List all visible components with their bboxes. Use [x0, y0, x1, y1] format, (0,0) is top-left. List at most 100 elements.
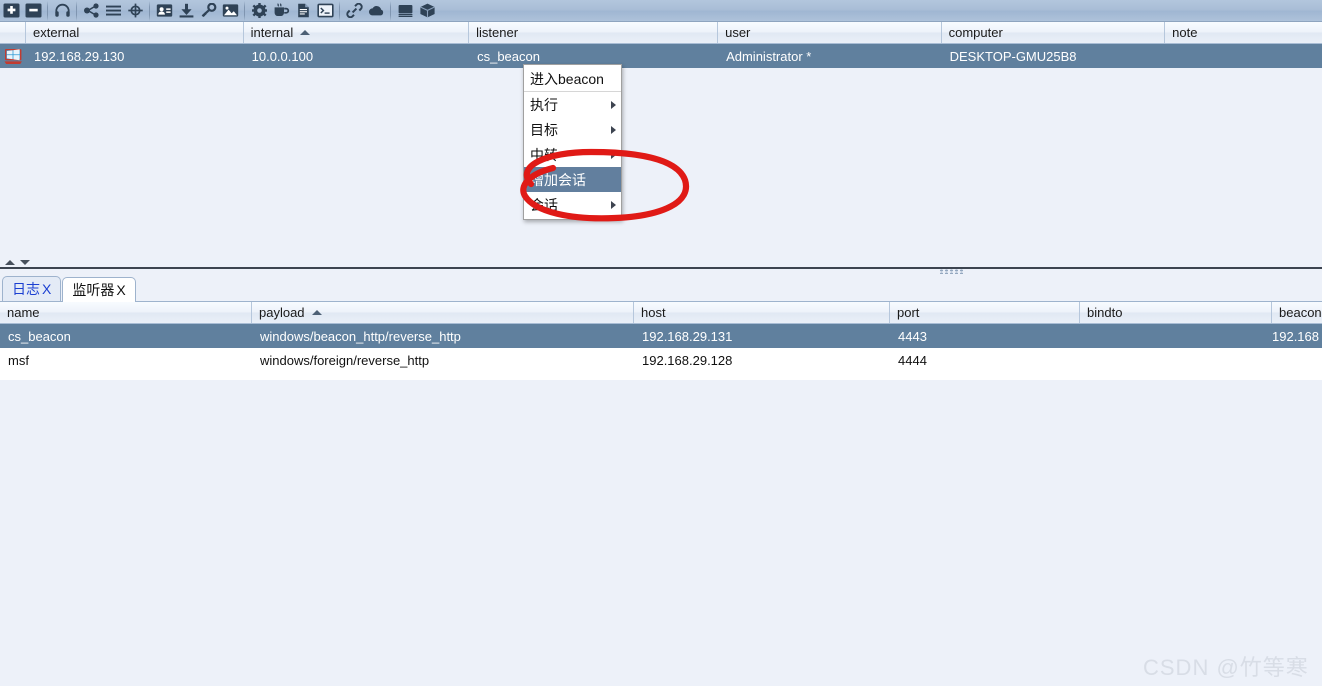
beacon-column-header-internal[interactable]: internal: [243, 22, 470, 43]
windows-host-compromised-icon: [0, 48, 26, 65]
cell-internal: 10.0.0.100: [251, 48, 314, 64]
table-row[interactable]: msf windows/foreign/reverse_http 192.168…: [0, 348, 1322, 372]
beacon-table-header: external internal listener user computer…: [0, 22, 1322, 44]
web-link-icon[interactable]: [343, 1, 365, 21]
tab-log[interactable]: 日志 X: [2, 276, 62, 301]
cell-external: 192.168.29.130: [34, 48, 125, 64]
beacon-column-header-user[interactable]: user: [718, 22, 942, 43]
menu-item-label: 执行: [530, 96, 558, 113]
toolbar-separator: [76, 0, 77, 21]
toolbar-separator: [149, 0, 150, 21]
column-label: bindto: [1087, 305, 1123, 320]
listener-column-header-beacons[interactable]: beacons: [1272, 302, 1322, 323]
menu-item-label: 增加会话: [530, 171, 586, 188]
menu-item-sessions[interactable]: 会话: [524, 192, 621, 217]
sort-ascending-icon: [300, 30, 311, 35]
collapse-down-arrow-icon[interactable]: [20, 260, 30, 265]
column-label: beacons: [1279, 305, 1322, 320]
list-view-icon[interactable]: [102, 1, 124, 21]
submenu-arrow-icon: [611, 150, 616, 159]
beacon-table-panel: external internal listener user computer…: [0, 22, 1322, 258]
collapse-up-arrow-icon[interactable]: [5, 260, 15, 265]
menu-item-label: 进入beacon: [530, 71, 604, 87]
headphones-listeners-icon[interactable]: [51, 1, 73, 21]
tab-label: 监听器: [72, 282, 115, 298]
toolbar-separator: [390, 0, 391, 21]
beacon-column-header-external[interactable]: external: [26, 22, 244, 43]
listener-column-header-name[interactable]: name: [0, 302, 252, 323]
menu-item-target[interactable]: 目标: [524, 117, 621, 142]
target-view-icon[interactable]: [124, 1, 146, 21]
share-pivot-graph-icon[interactable]: [80, 1, 102, 21]
screenshots-icon[interactable]: [219, 1, 241, 21]
menu-item-label: 会话: [530, 196, 558, 213]
listener-column-header-payload[interactable]: payload: [252, 302, 634, 323]
cell-name: msf: [8, 352, 29, 368]
listener-table-panel: name payload host port bindto beacons cs…: [0, 302, 1322, 686]
listener-table-header: name payload host port bindto beacons: [0, 302, 1322, 324]
csdn-watermark: CSDN @竹等寒: [1143, 655, 1309, 680]
table-row[interactable]: 192.168.29.130 10.0.0.100 cs_beacon Admi…: [0, 44, 1322, 68]
menu-item-pivot[interactable]: 中转: [524, 142, 621, 167]
cell-port: 4444: [898, 352, 927, 368]
column-label: listener: [476, 25, 519, 40]
listener-column-header-bindto[interactable]: bindto: [1080, 302, 1272, 323]
book-help-icon[interactable]: [394, 1, 416, 21]
menu-item-enter-beacon[interactable]: 进入beacon: [524, 67, 621, 92]
listener-table-empty-area: [0, 380, 1322, 686]
console-terminal-icon[interactable]: [314, 1, 336, 21]
script-document-icon[interactable]: [292, 1, 314, 21]
cell-name: cs_beacon: [8, 328, 71, 344]
beacon-context-menu: 进入beacon 执行 目标 中转 增加会话 会话: [523, 64, 622, 220]
column-label: user: [725, 25, 751, 40]
submenu-arrow-icon: [611, 100, 616, 109]
java-applet-icon[interactable]: [270, 1, 292, 21]
menu-item-add-session[interactable]: 增加会话: [524, 167, 621, 192]
payload-generator-icon[interactable]: [153, 1, 175, 21]
cell-host: 192.168.29.128: [642, 352, 733, 368]
settings-gear-icon[interactable]: [248, 1, 270, 21]
cell-user: Administrator *: [726, 48, 812, 64]
close-icon[interactable]: X: [42, 281, 51, 297]
cell-beacons: 192.168: [1272, 328, 1319, 344]
beacon-column-header-listener[interactable]: listener: [469, 22, 719, 43]
panel-splitter[interactable]: [0, 258, 1322, 274]
submenu-arrow-icon: [611, 200, 616, 209]
cell-computer: DESKTOP-GMU25B8: [949, 48, 1077, 64]
cell-payload: windows/foreign/reverse_http: [260, 352, 430, 368]
column-label: internal: [250, 25, 294, 40]
column-label: note: [1172, 25, 1198, 40]
menu-item-label: 中转: [530, 146, 558, 163]
cloud-upload-icon[interactable]: [365, 1, 387, 21]
cell-host: 192.168.29.131: [642, 328, 733, 344]
add-host-icon[interactable]: [0, 1, 22, 21]
cell-port: 4443: [898, 328, 927, 344]
beacon-column-header-computer[interactable]: computer: [941, 22, 1166, 43]
column-label: computer: [948, 25, 1003, 40]
tab-listeners[interactable]: 监听器 X: [62, 277, 136, 302]
beacon-column-header-note[interactable]: note: [1165, 22, 1322, 43]
splitter-line: [0, 267, 1322, 269]
remove-host-icon[interactable]: [22, 1, 44, 21]
package-cube-icon[interactable]: [416, 1, 438, 21]
column-label: port: [897, 305, 920, 320]
table-row[interactable]: cs_beacon windows/beacon_http/reverse_ht…: [0, 324, 1322, 348]
column-label: name: [7, 305, 40, 320]
tab-label: 日志: [12, 281, 40, 297]
credentials-key-icon[interactable]: [197, 1, 219, 21]
submenu-arrow-icon: [611, 125, 616, 134]
listener-column-header-host[interactable]: host: [634, 302, 890, 323]
toolbar-separator: [339, 0, 340, 21]
main-toolbar: [0, 0, 1322, 22]
close-icon[interactable]: X: [116, 282, 125, 298]
download-icon[interactable]: [175, 1, 197, 21]
toolbar-separator: [47, 0, 48, 21]
listener-column-header-port[interactable]: port: [890, 302, 1080, 323]
cell-listener: cs_beacon: [477, 48, 540, 64]
menu-item-label: 目标: [530, 121, 558, 138]
toolbar-separator: [244, 0, 245, 21]
cell-payload: windows/beacon_http/reverse_http: [260, 328, 461, 344]
menu-item-execute[interactable]: 执行: [524, 92, 621, 117]
tab-bar: 日志 X 监听器 X: [0, 274, 1322, 302]
column-label: host: [641, 305, 666, 320]
